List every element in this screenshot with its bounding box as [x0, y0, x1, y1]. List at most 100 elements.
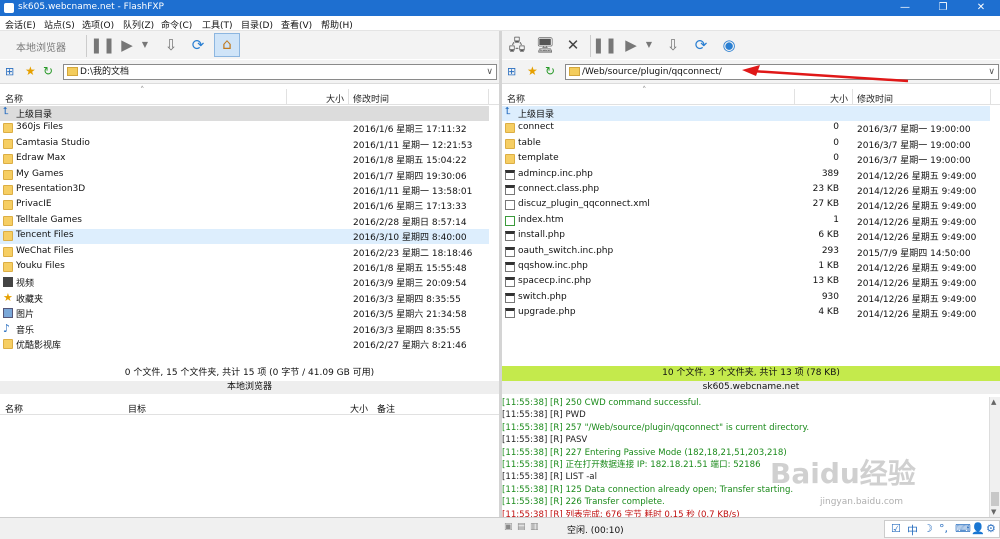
file-row[interactable]: 360js Files 2016/1/6 星期三 17:11:32	[0, 121, 489, 136]
log-line: [11:55:38] [R] 257 "/Web/source/plugin/q…	[502, 422, 810, 433]
file-row[interactable]: PrivacIE 2016/1/6 星期三 17:13:33	[0, 198, 489, 213]
parent-directory-row[interactable]: ⮤ 上级目录	[502, 106, 990, 121]
settings-icon[interactable]: ⚙	[986, 522, 996, 535]
folder-icon	[3, 339, 13, 349]
globe-icon[interactable]: ◉	[718, 35, 740, 55]
disconnect-icon[interactable]: 🖥	[534, 35, 556, 55]
file-modified: 2014/12/26 星期五 9:49:00	[857, 217, 977, 228]
file-row[interactable]: ★ 收藏夹 2016/3/3 星期四 8:35:55	[0, 291, 489, 306]
pause-icon[interactable]: ❚❚	[592, 35, 617, 55]
queue-col-size[interactable]: 大小	[350, 402, 368, 415]
menu-help[interactable]: 帮助(H)	[321, 18, 353, 31]
file-row[interactable]: discuz_plugin_qqconnect.xml 27 KB 2014/12/…	[502, 198, 990, 213]
menu-session[interactable]: 会话(E)	[5, 18, 36, 31]
menu-tools[interactable]: 工具(T)	[202, 18, 233, 31]
file-name: Camtasia Studio	[16, 137, 90, 148]
chinese-input-icon[interactable]: 中	[907, 522, 918, 538]
file-name: 音乐	[16, 325, 35, 336]
file-name: connect	[518, 122, 554, 133]
col-name[interactable]: 名称	[5, 92, 23, 105]
play-dropdown-icon[interactable]: ▼	[140, 35, 150, 55]
close-icon[interactable]: ✕	[962, 0, 1000, 16]
file-row[interactable]: admincp.inc.php 389 2014/12/26 星期五 9:49:00	[502, 168, 990, 183]
file-row[interactable]: Presentation3D 2016/1/11 星期一 13:58:01	[0, 183, 489, 198]
chevron-down-icon[interactable]: ∨	[988, 65, 995, 79]
favorites-star-icon[interactable]: ★	[25, 64, 36, 78]
file-row[interactable]: Camtasia Studio 2016/1/11 星期一 12:21:53	[0, 137, 489, 152]
moon-icon[interactable]: ☽	[923, 522, 933, 535]
file-size: 27 KB	[812, 199, 839, 210]
play-dropdown-icon[interactable]: ▼	[644, 35, 654, 55]
maximize-icon[interactable]: ❐	[924, 0, 962, 16]
file-row[interactable]: install.php 6 KB 2014/12/26 星期五 9:49:00	[502, 229, 990, 244]
menu-directory[interactable]: 目录(D)	[241, 18, 273, 31]
file-row[interactable]: table 0 2016/3/7 星期一 19:00:00	[502, 137, 990, 152]
file-row[interactable]: upgrade.php 4 KB 2014/12/26 星期五 9:49:00	[502, 306, 990, 321]
file-row[interactable]: template 0 2016/3/7 星期一 19:00:00	[502, 152, 990, 167]
local-path-field[interactable]: D:\我的文档 ∨	[63, 64, 497, 80]
file-row[interactable]: spacecp.inc.php 13 KB 2014/12/26 星期五 9:49:…	[502, 275, 990, 290]
refresh-green-icon[interactable]: ↻	[43, 64, 53, 78]
file-row[interactable]: 视频 2016/3/9 星期三 20:09:54	[0, 275, 489, 290]
keyboard-icon[interactable]: ⌨	[955, 522, 971, 535]
file-row[interactable]: Youku Files 2016/1/8 星期五 15:55:48	[0, 260, 489, 275]
transfer-icon[interactable]: ⇩	[160, 35, 182, 55]
user-icon[interactable]: 👤	[971, 522, 985, 535]
checkbox-icon[interactable]: ☑	[891, 522, 901, 535]
col-size[interactable]: 大小	[830, 92, 848, 105]
col-name[interactable]: 名称	[507, 92, 525, 105]
file-row[interactable]: connect.class.php 23 KB 2014/12/26 星期五 9:4…	[502, 183, 990, 198]
php-file-icon	[505, 292, 515, 303]
favorites-star-icon[interactable]: ★	[527, 64, 538, 78]
file-row[interactable]: oauth_switch.inc.php 293 2015/7/9 星期四 14:5…	[502, 245, 990, 260]
chevron-down-icon[interactable]: ∨	[486, 65, 493, 79]
refresh-icon[interactable]: ⟳	[187, 35, 209, 55]
connect-icon[interactable]: 🖧	[506, 35, 528, 55]
home-icon[interactable]: ⌂	[214, 33, 240, 57]
play-icon[interactable]: ▶	[620, 35, 642, 55]
file-row[interactable]: 图片 2016/3/5 星期六 21:34:58	[0, 306, 489, 321]
abort-icon[interactable]: ✕	[562, 35, 584, 55]
file-row[interactable]: Edraw Max 2016/1/8 星期五 15:04:22	[0, 152, 489, 167]
col-modified[interactable]: 修改时间	[857, 92, 893, 105]
file-modified: 2016/1/8 星期五 15:55:48	[353, 264, 467, 274]
folder-icon	[3, 154, 13, 165]
pause-icon[interactable]: ❚❚	[90, 35, 115, 55]
queue-col-note[interactable]: 备注	[377, 402, 395, 415]
menu-options[interactable]: 选项(O)	[82, 18, 114, 31]
file-row[interactable]: switch.php 930 2014/12/26 星期五 9:49:00	[502, 291, 990, 306]
network-icon[interactable]: ⊞	[507, 65, 516, 78]
local-status: 0 个文件, 15 个文件夹, 共计 15 项 (0 字节 / 41.09 GB…	[0, 366, 499, 381]
file-row[interactable]: qqshow.inc.php 1 KB 2014/12/26 星期五 9:49:00	[502, 260, 990, 275]
file-modified: 2016/1/11 星期一 12:21:53	[353, 140, 473, 151]
transfer-icon[interactable]: ⇩	[662, 35, 684, 55]
video-icon	[3, 277, 13, 288]
menu-queue[interactable]: 队列(Z)	[123, 18, 154, 31]
file-row[interactable]: Telltale Games 2016/2/28 星期日 8:57:14	[0, 214, 489, 229]
log-scrollbar[interactable]: ▲ ▼	[989, 397, 1000, 517]
refresh-icon[interactable]: ⟳	[690, 35, 712, 55]
network-icon[interactable]: ⊞	[5, 65, 14, 78]
queue-col-name[interactable]: 名称	[5, 402, 23, 415]
menu-view[interactable]: 查看(V)	[281, 18, 312, 31]
file-row[interactable]: connect 0 2016/3/7 星期一 19:00:00	[502, 121, 990, 136]
col-modified[interactable]: 修改时间	[353, 92, 389, 105]
file-row[interactable]: 优酷影视库 2016/2/27 星期六 8:21:46	[0, 337, 489, 352]
punctuation-icon[interactable]: °,	[939, 522, 948, 535]
minimize-icon[interactable]: —	[886, 0, 924, 16]
file-modified: 2016/3/7 星期一 19:00:00	[857, 140, 971, 151]
col-size[interactable]: 大小	[326, 92, 344, 105]
queue-col-target[interactable]: 目标	[128, 402, 146, 415]
file-row[interactable]: Tencent Files 2016/3/10 星期四 8:40:00	[0, 229, 489, 245]
parent-directory-row[interactable]: ⮤ 上级目录	[0, 106, 489, 121]
play-icon[interactable]: ▶	[116, 35, 138, 55]
refresh-green-icon[interactable]: ↻	[545, 64, 555, 78]
menu-commands[interactable]: 命令(C)	[161, 18, 192, 31]
ime-toolbar[interactable]: ☑ 中 ☽ °, ⌨ 👤 ⚙	[884, 520, 1000, 538]
file-row[interactable]: WeChat Files 2016/2/23 星期二 18:18:46	[0, 245, 489, 260]
file-row[interactable]: My Games 2016/1/7 星期四 19:30:06	[0, 168, 489, 183]
file-size: 930	[821, 291, 839, 302]
file-row[interactable]: ♪ 音乐 2016/3/3 星期四 8:35:55	[0, 322, 489, 337]
menu-sites[interactable]: 站点(S)	[44, 18, 75, 31]
file-row[interactable]: index.htm 1 2014/12/26 星期五 9:49:00	[502, 214, 990, 229]
